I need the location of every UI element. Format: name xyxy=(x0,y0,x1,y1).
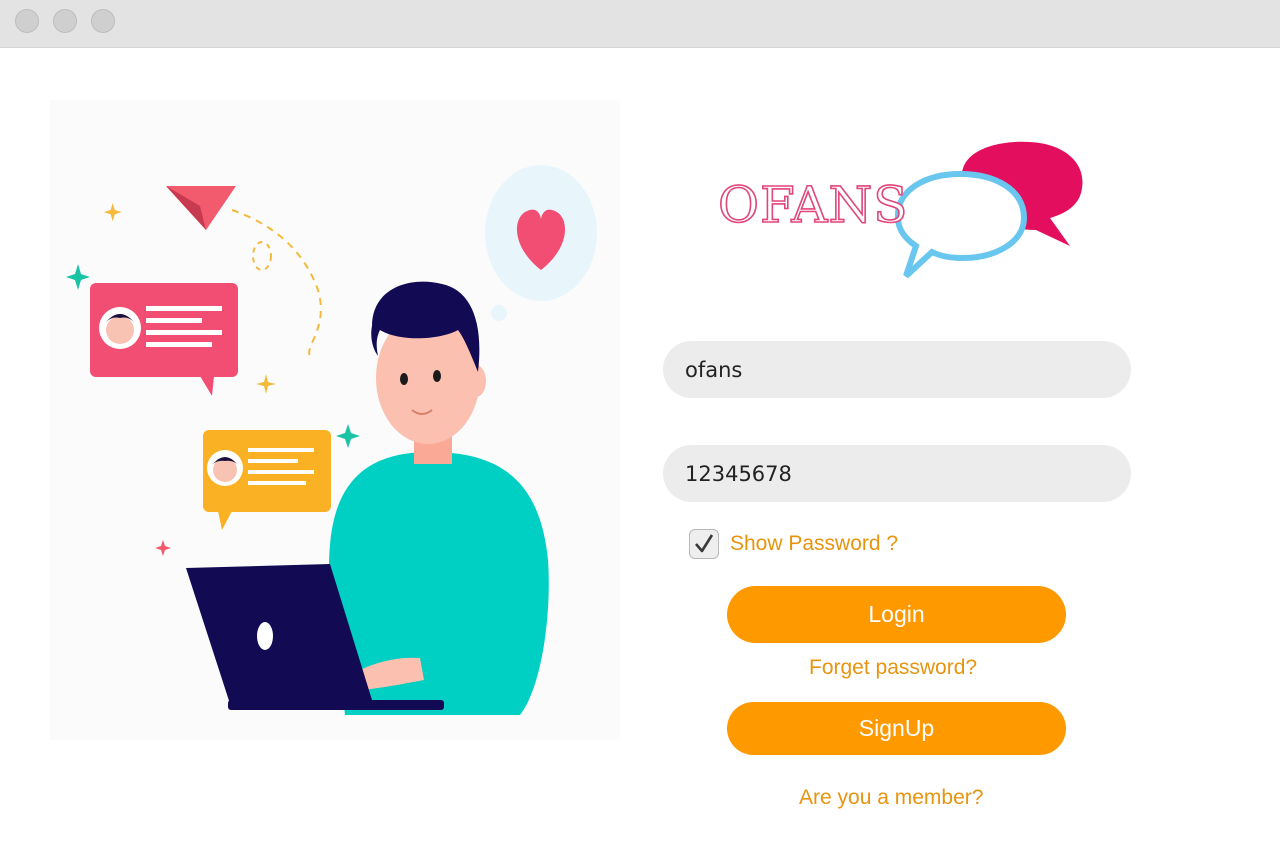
show-password-label[interactable]: Show Password ? xyxy=(730,532,898,556)
checkmark-icon xyxy=(695,534,714,553)
username-field[interactable] xyxy=(663,341,1131,398)
login-button[interactable]: Login xyxy=(727,586,1066,643)
person-laptop-chat-illustration xyxy=(50,100,620,740)
app-logo-text: OFANS xyxy=(717,176,909,234)
window-minimize-button[interactable] xyxy=(53,9,77,33)
password-field[interactable] xyxy=(663,445,1131,502)
show-password-checkbox[interactable] xyxy=(689,529,719,559)
member-link[interactable]: Are you a member? xyxy=(799,786,983,810)
forget-password-link[interactable]: Forget password? xyxy=(809,656,977,680)
window-titlebar xyxy=(0,0,1280,48)
signup-button[interactable]: SignUp xyxy=(727,702,1066,755)
window-close-button[interactable] xyxy=(15,9,39,33)
window-zoom-button[interactable] xyxy=(91,9,115,33)
